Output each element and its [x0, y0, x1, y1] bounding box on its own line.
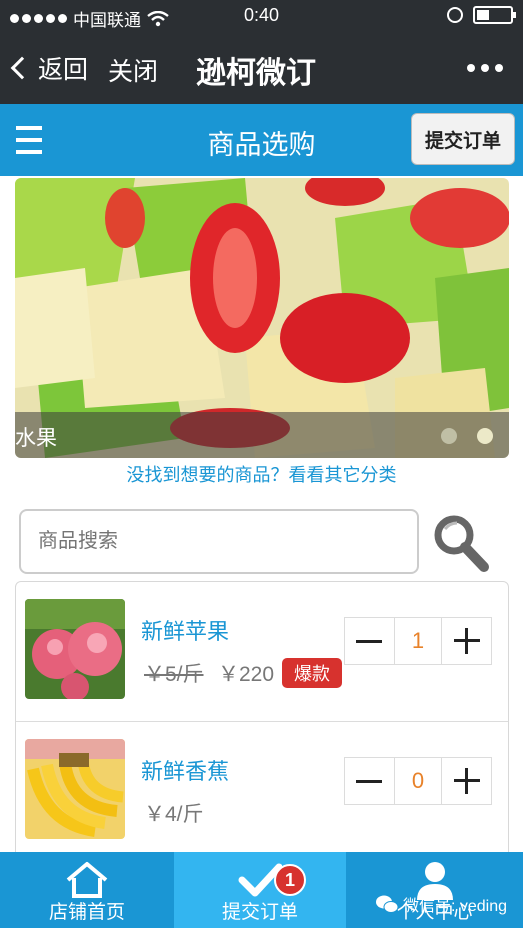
chevron-left-icon	[10, 56, 34, 80]
other-categories-link[interactable]: 没找到想要的商品？看看其它分类	[0, 461, 523, 487]
order-count-badge: 1	[274, 864, 306, 896]
plus-icon	[453, 628, 480, 654]
rotation-lock-icon	[447, 7, 463, 23]
carousel-dot-active[interactable]	[477, 428, 493, 444]
original-price: ￥5/斤	[144, 663, 204, 686]
tab-user-center[interactable]: 个人中心	[346, 852, 523, 928]
increase-button[interactable]	[442, 618, 491, 664]
battery-icon	[473, 6, 516, 24]
clock: 0:40	[243, 5, 280, 25]
tab-submit-order[interactable]: 1 提交订单	[174, 852, 346, 928]
back-label: 返回	[38, 56, 89, 84]
search-icon[interactable]	[430, 511, 490, 573]
wechat-watermark: 微信号: veding	[375, 892, 507, 916]
carousel-dot[interactable]	[441, 428, 457, 444]
category-banner[interactable]: 水果	[15, 178, 509, 458]
sale-price: ￥220	[218, 663, 275, 686]
tab-label: 提交订单	[221, 902, 298, 923]
decrease-button[interactable]	[345, 758, 394, 804]
product-item: 新鲜香蕉 ￥4/斤 0	[16, 722, 508, 862]
product-image[interactable]	[25, 599, 125, 699]
product-price: ￥4/斤	[144, 803, 204, 826]
minus-icon	[356, 779, 383, 783]
home-icon	[66, 862, 108, 898]
product-list: 新鲜苹果 ￥5/斤 ￥220 爆款 1 新鲜香蕉 ￥4/斤 0	[15, 581, 509, 871]
decrease-button[interactable]	[345, 618, 394, 664]
plus-icon	[453, 768, 480, 794]
page-header: 商品选购 提交订单	[0, 104, 523, 176]
bottom-tab-bar: 店铺首页 1 提交订单 个人中心 微信号: veding	[0, 852, 523, 928]
status-bar: 中国联通 0:40	[0, 0, 523, 32]
more-menu-icon[interactable]	[467, 64, 503, 72]
tab-store-home[interactable]: 店铺首页	[0, 852, 174, 928]
banner-label: 水果	[15, 427, 57, 450]
minus-icon	[356, 639, 383, 643]
hot-badge: 爆款	[282, 658, 342, 688]
quantity-value[interactable]: 1	[393, 618, 443, 664]
submit-order-button[interactable]: 提交订单	[411, 113, 515, 165]
tab-label: 店铺首页	[48, 902, 125, 923]
wechat-logo-icon	[375, 895, 399, 913]
apple-photo-icon	[25, 599, 125, 699]
banner-caption: 水果	[15, 412, 509, 458]
app-title: 逊柯微订	[196, 57, 316, 90]
increase-button[interactable]	[442, 758, 491, 804]
carousel-indicator[interactable]	[441, 428, 493, 444]
banana-photo-icon	[25, 739, 125, 839]
product-name[interactable]: 新鲜香蕉	[141, 754, 229, 786]
search-input[interactable]	[19, 509, 419, 574]
product-item: 新鲜苹果 ￥5/斤 ￥220 爆款 1	[16, 582, 508, 722]
watermark-text: 微信号: veding	[402, 898, 507, 915]
wechat-navbar: 返回 关闭 逊柯微订	[0, 32, 523, 104]
quantity-value[interactable]: 0	[393, 758, 443, 804]
product-name[interactable]: 新鲜苹果	[141, 614, 229, 646]
quantity-stepper: 1	[344, 617, 492, 665]
quantity-stepper: 0	[344, 757, 492, 805]
product-image[interactable]	[25, 739, 125, 839]
close-button[interactable]: 关闭	[108, 52, 158, 88]
back-button[interactable]: 返回	[10, 50, 89, 86]
